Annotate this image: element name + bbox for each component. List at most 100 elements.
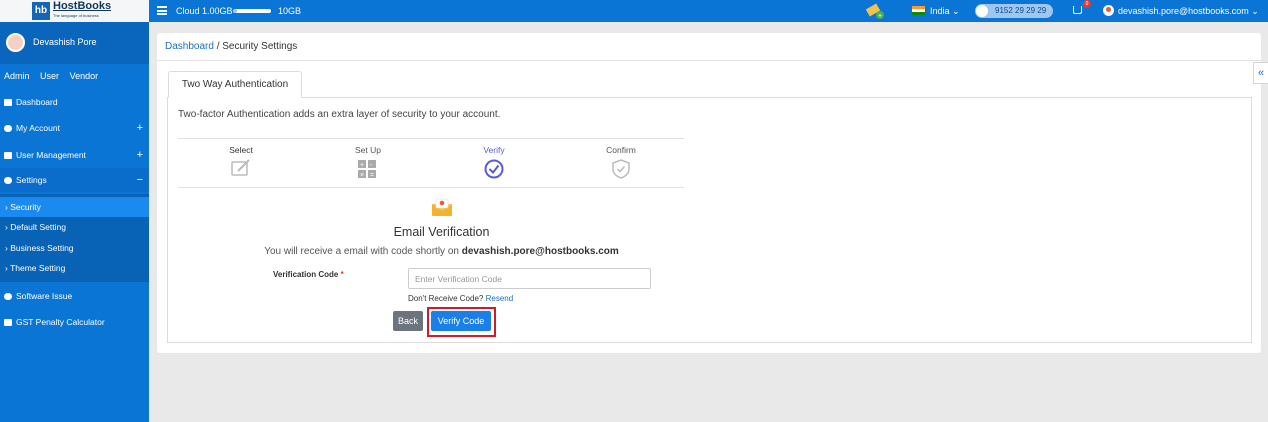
breadcrumb: Dashboard / Security Settings: [165, 41, 297, 52]
user-email: devashish.pore@hostbooks.com: [1118, 6, 1249, 16]
chevron-down-icon: ⌄: [952, 6, 960, 16]
svg-text:+: +: [878, 13, 882, 20]
chevron-right-icon: ›: [5, 243, 8, 253]
step-label: Set Up: [355, 145, 381, 155]
user-avatar-icon[interactable]: [1103, 5, 1114, 16]
sidebar-item-gst-penalty-calculator[interactable]: GST Penalty Calculator: [0, 310, 149, 334]
email-verification-description: You will receive a email with code short…: [168, 246, 715, 257]
brand-name: HostBooks: [53, 0, 112, 12]
sidebar-item-security[interactable]: › Security: [0, 197, 149, 217]
main-card: Dashboard / Security Settings Two Way Au…: [157, 33, 1261, 353]
user-circle-icon: [4, 125, 12, 132]
top-bar: hb HostBooks The language of business Cl…: [0, 0, 1268, 22]
back-button[interactable]: Back: [393, 311, 423, 331]
collapse-panel-icon[interactable]: «: [1253, 62, 1268, 84]
collapse-icon: −: [136, 174, 143, 186]
sidebar-item-user-management[interactable]: User Management +: [0, 143, 149, 167]
phone-icon: [976, 5, 988, 17]
breadcrumb-separator: /: [213, 41, 223, 52]
phone-number: 9152 29 29 29: [995, 6, 1047, 15]
calculator-icon: [4, 319, 12, 326]
verify-code-button[interactable]: Verify Code: [431, 311, 491, 331]
resend-row: Don't Receive Code? Resend: [408, 294, 513, 303]
sidebar-item-label: Software Issue: [16, 291, 73, 301]
tab-panel: Two-factor Authentication adds an extra …: [167, 97, 1252, 343]
step-verify: Verify: [431, 145, 557, 181]
country-selector[interactable]: India ⌄: [930, 0, 960, 22]
stepper: Select Set Up + - × = Verify Confirm: [178, 138, 684, 188]
sidebar-item-label: Dashboard: [16, 97, 58, 107]
step-label: Confirm: [606, 145, 636, 155]
verification-code-input[interactable]: [408, 268, 651, 289]
gift-icon[interactable]: +: [866, 2, 886, 20]
required-marker: *: [340, 270, 344, 279]
chevron-down-icon: ⌄: [1251, 6, 1259, 16]
sidebar-item-default-setting[interactable]: › Default Setting: [0, 217, 149, 237]
tab-two-way-authentication[interactable]: Two Way Authentication: [168, 71, 302, 98]
twofa-description: Two-factor Authentication adds an extra …: [178, 109, 501, 120]
cart-icon[interactable]: [1073, 6, 1082, 14]
sidebar-item-label: Default Setting: [10, 222, 66, 232]
step-set-up: Set Up + - × =: [305, 145, 431, 181]
chevron-right-icon: ›: [5, 202, 8, 212]
step-label: Select: [229, 145, 253, 155]
role-vendor[interactable]: Vendor: [70, 71, 99, 81]
sidebar-item-software-issue[interactable]: Software Issue: [0, 284, 149, 308]
resend-link[interactable]: Resend: [486, 294, 514, 303]
sidebar-item-label: User Management: [16, 150, 86, 160]
svg-text:=: =: [370, 172, 374, 179]
storage-progress: [233, 9, 271, 13]
edit-icon: [231, 159, 250, 176]
grid-icon: + - × =: [358, 160, 376, 179]
sidebar-item-business-setting[interactable]: › Business Setting: [0, 238, 149, 258]
dashboard-icon: [4, 99, 12, 106]
role-switcher: Admin User Vendor: [4, 71, 106, 81]
sidebar-item-label: Business Setting: [10, 243, 74, 253]
logo-mark: hb: [32, 2, 50, 20]
verification-code-label: Verification Code *: [273, 270, 344, 279]
sidebar-item-settings[interactable]: Settings −: [0, 168, 149, 192]
india-flag-icon[interactable]: [912, 6, 925, 15]
chevron-right-icon: ›: [5, 263, 8, 273]
sidebar-profile[interactable]: Devashish Pore: [0, 22, 149, 64]
storage-progress-fill: [233, 9, 237, 13]
sidebar-item-label: My Account: [16, 123, 60, 133]
sidebar-item-label: Settings: [16, 175, 47, 185]
country-label: India: [930, 6, 950, 16]
role-user[interactable]: User: [40, 71, 59, 81]
breadcrumb-current: Security Settings: [222, 41, 298, 52]
storage-max: 10GB: [278, 6, 302, 16]
cart-badge: 0: [1083, 0, 1091, 8]
users-icon: [4, 152, 12, 159]
avatar: [6, 33, 25, 52]
field-label: Verification Code: [273, 270, 339, 279]
shield-check-icon: [612, 159, 630, 179]
sidebar-item-label: GST Penalty Calculator: [16, 317, 105, 327]
user-menu[interactable]: devashish.pore@hostbooks.com ⌄: [1118, 0, 1259, 22]
role-admin[interactable]: Admin: [4, 71, 30, 81]
sidebar-item-label: Theme Setting: [10, 263, 66, 273]
email-envelope-icon: [432, 198, 452, 216]
expand-icon: +: [136, 122, 143, 134]
info-icon: [4, 293, 12, 300]
breadcrumb-dashboard[interactable]: Dashboard: [165, 41, 214, 52]
user-email: devashish.pore@hostbooks.com: [461, 246, 619, 257]
profile-name: Devashish Pore: [33, 37, 97, 47]
email-verification-title: Email Verification: [393, 225, 490, 239]
no-code-text: Don't Receive Code?: [408, 294, 484, 303]
sidebar-item-dashboard[interactable]: Dashboard: [0, 90, 149, 114]
menu-toggle-icon[interactable]: [157, 6, 167, 15]
step-select: Select: [178, 145, 304, 179]
description-text: You will receive a email with code short…: [264, 246, 459, 257]
settings-submenu: › Security › Default Setting › Business …: [0, 194, 149, 282]
sidebar-item-theme-setting[interactable]: › Theme Setting: [0, 258, 149, 278]
brand-tagline: The language of business: [53, 13, 99, 18]
step-confirm: Confirm: [558, 145, 684, 181]
phone-pill[interactable]: 9152 29 29 29: [975, 4, 1053, 18]
svg-text:×: ×: [360, 172, 364, 179]
sidebar-item-label: Security: [10, 202, 41, 212]
gear-icon: [4, 177, 12, 184]
divider: [157, 60, 1261, 61]
brand-logo[interactable]: hb HostBooks The language of business: [0, 0, 149, 22]
sidebar-item-my-account[interactable]: My Account +: [0, 116, 149, 140]
